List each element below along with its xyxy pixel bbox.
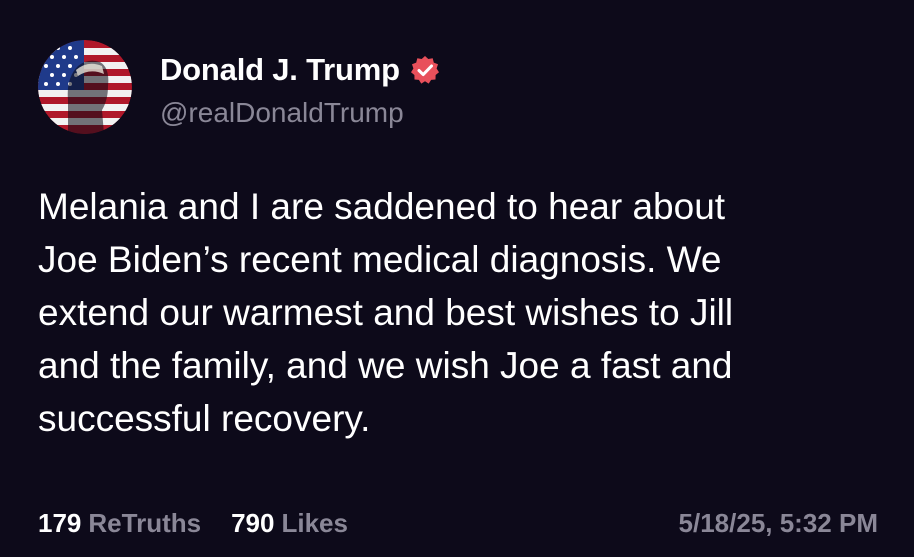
verified-badge-icon — [410, 55, 440, 85]
post-text-line: Melania and I are saddened to hear about — [38, 186, 726, 227]
post-text: Melania and I are saddened to hear about… — [38, 180, 888, 445]
retruths-count: 179 — [38, 507, 82, 538]
post-text-line: extend our warmest and best wishes to Ji… — [38, 292, 734, 333]
likes-count: 790 — [231, 507, 275, 538]
likes-label: Likes — [281, 507, 348, 538]
flag-portrait-avatar-icon — [38, 40, 132, 134]
post-card: Donald J. Trump @realDonaldTrump Melania… — [0, 0, 914, 557]
author-handle[interactable]: @realDonaldTrump — [160, 97, 404, 129]
author-name-row: Donald J. Trump — [160, 50, 440, 90]
post-footer: 179 ReTruths 790 Likes 5/18/25, 5:32 PM — [38, 505, 878, 541]
avatar[interactable] — [38, 40, 132, 134]
retruths-label: ReTruths — [88, 507, 202, 538]
post-text-line: successful recovery. — [38, 398, 371, 439]
likes-stat[interactable]: 790 Likes — [231, 508, 348, 539]
retruths-stat[interactable]: 179 ReTruths — [38, 508, 201, 539]
post-text-line: and the family, and we wish Joe a fast a… — [38, 345, 733, 386]
post-text-line: Joe Biden’s recent medical diagnosis. We — [38, 239, 722, 280]
post-timestamp: 5/18/25, 5:32 PM — [678, 507, 878, 538]
display-name[interactable]: Donald J. Trump — [160, 52, 400, 88]
